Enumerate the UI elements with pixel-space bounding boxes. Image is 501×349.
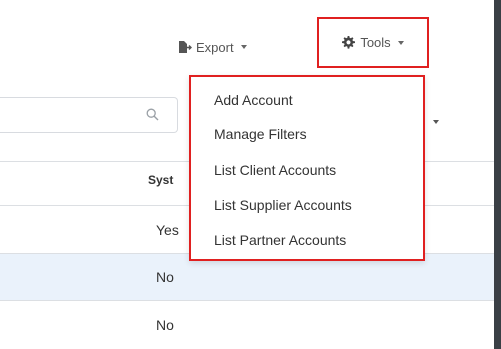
tools-dropdown-menu: Add Account Manage Filters List Client A… [189, 75, 425, 261]
menu-item-list-client-accounts[interactable]: List Client Accounts [214, 162, 336, 178]
main-panel: Export Tools Syst Yes No No Add Account … [0, 0, 494, 349]
menu-item-add-account[interactable]: Add Account [214, 92, 293, 108]
tools-label: Tools [360, 35, 391, 50]
table-cell: No [156, 269, 174, 285]
gear-icon [342, 36, 356, 49]
page-edge-scrollbar[interactable] [494, 0, 501, 349]
table-row[interactable]: No [0, 301, 494, 349]
caret-down-icon[interactable] [433, 120, 439, 124]
file-export-icon [179, 40, 192, 53]
table-cell: No [156, 317, 174, 333]
caret-down-icon [397, 40, 404, 45]
menu-item-manage-filters[interactable]: Manage Filters [214, 126, 307, 142]
table-cell: Yes [156, 222, 179, 238]
caret-down-icon [240, 45, 247, 49]
search-icon [146, 108, 159, 121]
column-header-system: Syst [148, 173, 174, 187]
menu-item-list-supplier-accounts[interactable]: List Supplier Accounts [214, 197, 352, 213]
export-button[interactable]: Export [178, 36, 247, 58]
search-input[interactable] [0, 97, 178, 133]
export-label: Export [196, 39, 234, 55]
menu-item-list-partner-accounts[interactable]: List Partner Accounts [214, 232, 346, 248]
tools-button[interactable]: Tools [317, 17, 429, 68]
